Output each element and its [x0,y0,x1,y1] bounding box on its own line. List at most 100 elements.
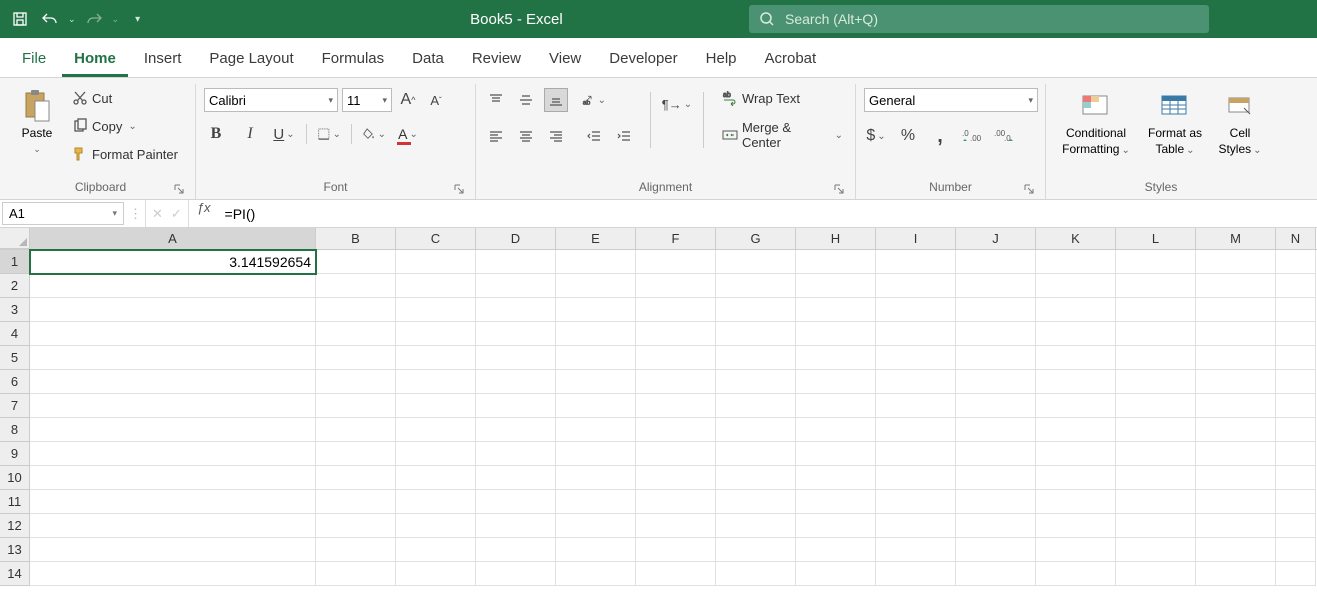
cell-I4[interactable] [876,322,956,346]
cell-D2[interactable] [476,274,556,298]
cell-N10[interactable] [1276,466,1316,490]
cell-G13[interactable] [716,538,796,562]
cell-L11[interactable] [1116,490,1196,514]
italic-button[interactable]: I [238,122,262,146]
cell-N12[interactable] [1276,514,1316,538]
number-format-combo[interactable]: General▾ [864,88,1038,112]
cell-F2[interactable] [636,274,716,298]
cell-F3[interactable] [636,298,716,322]
row-header-14[interactable]: 14 [0,562,30,586]
cell-L5[interactable] [1116,346,1196,370]
cell-L9[interactable] [1116,442,1196,466]
cell-N5[interactable] [1276,346,1316,370]
increase-decimal-icon[interactable]: .0.00 [960,124,984,148]
cell-B6[interactable] [316,370,396,394]
cell-K2[interactable] [1036,274,1116,298]
cell-L13[interactable] [1116,538,1196,562]
cell-M11[interactable] [1196,490,1276,514]
cell-G4[interactable] [716,322,796,346]
cell-K10[interactable] [1036,466,1116,490]
tab-developer[interactable]: Developer [597,42,689,77]
comma-format-button[interactable]: , [928,124,952,148]
cell-B8[interactable] [316,418,396,442]
cell-E4[interactable] [556,322,636,346]
row-header-8[interactable]: 8 [0,418,30,442]
cell-C7[interactable] [396,394,476,418]
cell-D3[interactable] [476,298,556,322]
fill-color-button[interactable] [362,122,386,146]
cell-A4[interactable] [30,322,316,346]
cell-F7[interactable] [636,394,716,418]
tab-page-layout[interactable]: Page Layout [197,42,305,77]
cell-L12[interactable] [1116,514,1196,538]
font-color-button[interactable]: A [396,122,420,146]
font-launcher-icon[interactable] [453,183,467,197]
cell-M1[interactable] [1196,250,1276,274]
cell-C8[interactable] [396,418,476,442]
cell-B9[interactable] [316,442,396,466]
orientation-button[interactable]: ab [582,88,606,112]
cell-A2[interactable] [30,274,316,298]
cell-M10[interactable] [1196,466,1276,490]
cell-C1[interactable] [396,250,476,274]
col-header-I[interactable]: I [876,228,956,249]
cell-M9[interactable] [1196,442,1276,466]
cell-C11[interactable] [396,490,476,514]
col-header-A[interactable]: A [30,228,316,249]
cell-C4[interactable] [396,322,476,346]
borders-button[interactable] [317,122,341,146]
cell-F1[interactable] [636,250,716,274]
font-name-combo[interactable]: Calibri▾ [204,88,338,112]
row-header-2[interactable]: 2 [0,274,30,298]
cell-K1[interactable] [1036,250,1116,274]
cell-I2[interactable] [876,274,956,298]
cell-B1[interactable] [316,250,396,274]
cell-N6[interactable] [1276,370,1316,394]
tab-home[interactable]: Home [62,42,128,77]
cell-K4[interactable] [1036,322,1116,346]
cell-I11[interactable] [876,490,956,514]
cell-H7[interactable] [796,394,876,418]
cell-K7[interactable] [1036,394,1116,418]
cell-E3[interactable] [556,298,636,322]
cell-A12[interactable] [30,514,316,538]
align-right-icon[interactable] [544,124,568,148]
cell-F6[interactable] [636,370,716,394]
cell-N8[interactable] [1276,418,1316,442]
copy-button[interactable]: Copy [68,116,182,136]
fx-icon[interactable]: ƒx [189,200,219,227]
cell-G8[interactable] [716,418,796,442]
tab-acrobat[interactable]: Acrobat [753,42,829,77]
cell-D10[interactable] [476,466,556,490]
cell-K9[interactable] [1036,442,1116,466]
cell-N1[interactable] [1276,250,1316,274]
cell-G1[interactable] [716,250,796,274]
cell-J1[interactable] [956,250,1036,274]
cell-A1[interactable]: 3.141592654 [30,250,316,274]
accounting-format-button[interactable]: $ [864,124,888,148]
cell-L1[interactable] [1116,250,1196,274]
cell-G9[interactable] [716,442,796,466]
conditional-formatting-button[interactable]: ConditionalFormatting [1054,84,1138,162]
cell-M4[interactable] [1196,322,1276,346]
cell-I14[interactable] [876,562,956,586]
cell-F4[interactable] [636,322,716,346]
name-box[interactable]: A1▾ [2,202,124,225]
cell-J13[interactable] [956,538,1036,562]
search-input[interactable] [785,11,1199,27]
cell-I9[interactable] [876,442,956,466]
formula-input[interactable] [219,200,1317,227]
cell-I8[interactable] [876,418,956,442]
cell-J2[interactable] [956,274,1036,298]
col-header-G[interactable]: G [716,228,796,249]
redo-dropdown-icon[interactable]: ⌄ [112,14,120,25]
cell-D11[interactable] [476,490,556,514]
font-size-combo[interactable]: 11▾ [342,88,392,112]
tab-insert[interactable]: Insert [132,42,194,77]
cell-H12[interactable] [796,514,876,538]
cell-N11[interactable] [1276,490,1316,514]
cell-M8[interactable] [1196,418,1276,442]
col-header-E[interactable]: E [556,228,636,249]
cell-G3[interactable] [716,298,796,322]
col-header-H[interactable]: H [796,228,876,249]
